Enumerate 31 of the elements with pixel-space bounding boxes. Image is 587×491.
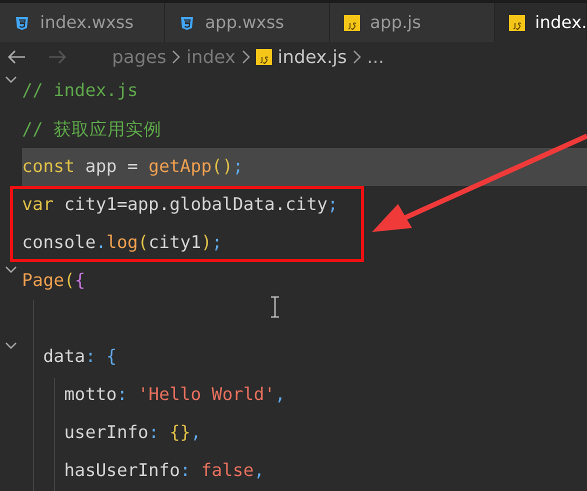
back-arrow-icon[interactable]	[8, 50, 26, 64]
js-file-icon	[256, 49, 272, 65]
breadcrumb-item[interactable]: index	[186, 46, 236, 68]
chevron-right-icon	[172, 50, 180, 64]
css-file-icon	[179, 14, 195, 30]
text-cursor-icon	[270, 296, 280, 318]
code-line: Page({	[22, 271, 86, 291]
editor-tab[interactable]: app.js	[330, 3, 495, 42]
chevron-right-icon	[352, 50, 361, 64]
css-file-icon	[14, 14, 30, 30]
breadcrumb-item[interactable]: pages	[112, 46, 166, 68]
code-line: const app = getApp();	[22, 157, 244, 177]
code-line: motto: 'Hello World',	[63, 385, 286, 405]
code-line: var city1=app.globalData.city;	[22, 195, 338, 215]
breadcrumb-item[interactable]: ...	[366, 46, 384, 68]
chevron-right-icon	[242, 50, 250, 64]
code-line: // 获取应用实例	[22, 119, 162, 141]
editor-tab[interactable]: index.wxss	[0, 3, 165, 42]
js-file-icon	[509, 14, 525, 30]
code-line: hasUserInfo: false,	[63, 461, 264, 481]
code-line: data: {	[42, 347, 117, 367]
js-file-icon	[344, 14, 360, 30]
code-line: console.log(city1);	[22, 233, 222, 253]
chevron-down-icon[interactable]	[5, 266, 17, 274]
editor-tab[interactable]: app.wxss	[165, 3, 330, 42]
code-line: userInfo: {},	[63, 423, 202, 443]
editor-tab[interactable]: index.	[495, 3, 587, 42]
code-line: // index.js	[22, 81, 138, 101]
chevron-down-icon[interactable]	[5, 76, 17, 84]
chevron-down-icon[interactable]	[5, 342, 17, 350]
breadcrumb-item[interactable]: index.js	[278, 46, 347, 68]
